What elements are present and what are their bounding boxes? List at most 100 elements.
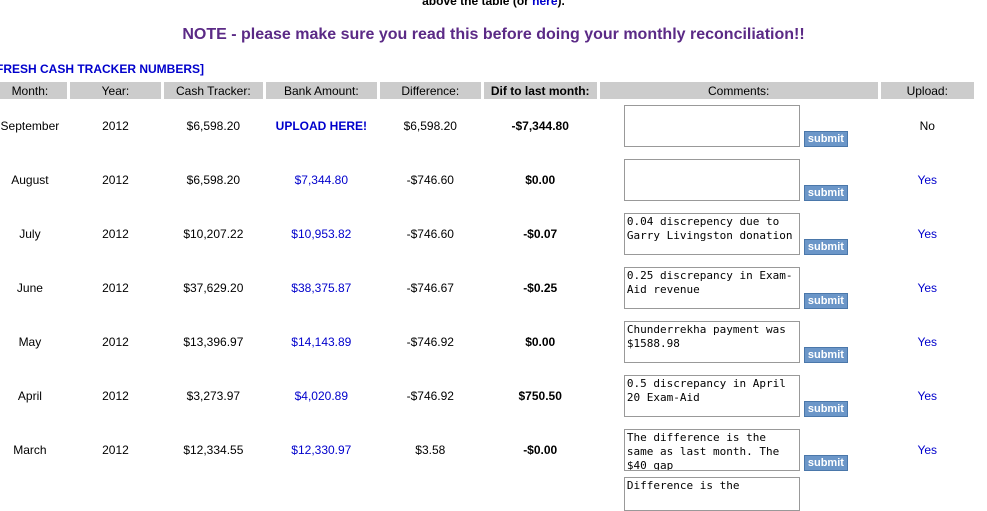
upload-link[interactable]: Yes: [917, 443, 937, 457]
table-row: September 2012 $6,598.20 UPLOAD HERE! $6…: [0, 99, 974, 153]
cell-upload: No: [919, 119, 935, 133]
here-link[interactable]: here: [532, 0, 557, 8]
cell-dif-to-last-month: -$0.07: [523, 227, 558, 241]
upload-link[interactable]: Yes: [917, 227, 937, 241]
comment-textarea[interactable]: 0.25 discrepancy in Exam-Aid revenue: [623, 267, 800, 309]
reconciliation-note: NOTE - please make sure you read this be…: [182, 26, 805, 43]
cell-cash-tracker: $6,598.20: [186, 173, 241, 187]
bank-amount-link[interactable]: $10,953.82: [291, 227, 351, 241]
bank-amount-link[interactable]: $14,143.89: [291, 335, 351, 349]
cell-bank-amount: $14,143.89: [266, 315, 377, 369]
cell-comments: 0.5 discrepancy in April 20 Exam-Aid subm…: [600, 369, 878, 423]
cell-difference: -$746.92: [406, 389, 454, 403]
submit-button[interactable]: submit: [803, 239, 848, 255]
cell-comments: Difference is the: [600, 477, 878, 511]
top-instruction-suffix: ).: [557, 0, 565, 8]
cell-cash-tracker: $3,273.97: [186, 389, 241, 403]
table-row: August 2012 $6,598.20 $7,344.80 -$746.60…: [0, 153, 974, 207]
table-row-partial: Difference is the: [0, 477, 974, 511]
upload-link[interactable]: Yes: [917, 173, 937, 187]
table-row: April 2012 $3,273.97 $4,020.89 -$746.92 …: [0, 369, 974, 423]
upload-link[interactable]: Yes: [917, 281, 937, 295]
comment-textarea[interactable]: Difference is the: [623, 477, 800, 511]
comment-textarea[interactable]: Chunderrekha payment was $1588.98: [623, 321, 800, 363]
submit-button[interactable]: submit: [803, 293, 848, 309]
cell-comments: submit: [600, 99, 878, 153]
submit-button[interactable]: submit: [803, 185, 848, 201]
cell-month: May: [18, 335, 42, 349]
table-row: July 2012 $10,207.22 $10,953.82 -$746.60…: [0, 207, 974, 261]
cell-upload: [881, 477, 974, 511]
cell-difference: $6,598.20: [403, 119, 457, 133]
cell-comments: 0.25 discrepancy in Exam-Aid revenue subm…: [600, 261, 878, 315]
cell-dif-to-last-month: -$0.25: [523, 281, 558, 295]
cell-month: July: [19, 227, 41, 241]
upload-here-link[interactable]: UPLOAD HERE!: [276, 119, 367, 133]
cell-upload: Yes: [881, 207, 974, 261]
cell-dif-to-last-month: -$0.00: [523, 443, 558, 457]
cell-difference: -$746.92: [406, 335, 454, 349]
bank-amount-link[interactable]: $38,375.87: [291, 281, 351, 295]
cell-year: 2012: [102, 173, 129, 187]
cell-cash-tracker: $6,598.20: [186, 119, 241, 133]
header-dif-to-last-month: Dif to last month:: [483, 82, 597, 99]
cell-cash-tracker: $10,207.22: [183, 227, 244, 241]
cell-bank-amount: $7,344.80: [266, 153, 377, 207]
cell-cash-tracker: $13,396.97: [183, 335, 244, 349]
cell-year: 2012: [102, 119, 129, 133]
table-row: May 2012 $13,396.97 $14,143.89 -$746.92 …: [0, 315, 974, 369]
cell-dif-to-last-month: [484, 477, 597, 511]
header-month: Month:: [0, 82, 67, 99]
bank-amount-link[interactable]: $12,330.97: [291, 443, 351, 457]
cell-upload: Yes: [881, 153, 974, 207]
header-bank-amount: Bank Amount:: [265, 82, 378, 99]
header-cash-tracker: Cash Tracker:: [164, 82, 263, 99]
cell-bank-amount: $12,330.97: [266, 423, 377, 477]
cell-year: 2012: [102, 227, 129, 241]
cell-dif-to-last-month: $0.00: [525, 335, 556, 349]
upload-link[interactable]: Yes: [917, 389, 937, 403]
bank-amount-link[interactable]: $4,020.89: [295, 389, 348, 403]
refresh-cash-tracker-link[interactable]: FRESH CASH TRACKER NUMBERS]: [0, 62, 204, 76]
table-row: March 2012 $12,334.55 $12,330.97 $3.58 -…: [0, 423, 974, 477]
cell-difference: -$746.67: [406, 281, 454, 295]
comment-textarea[interactable]: The difference is the same as last month…: [623, 429, 800, 471]
top-instruction-text: above the table (or: [422, 0, 533, 8]
submit-button[interactable]: submit: [803, 401, 848, 417]
submit-button[interactable]: submit: [803, 131, 848, 147]
cell-cash-tracker: [164, 477, 263, 511]
cell-difference: [380, 477, 481, 511]
cell-month: June: [16, 281, 43, 295]
cell-year: 2012: [102, 281, 129, 295]
cell-upload: Yes: [881, 423, 974, 477]
submit-button[interactable]: submit: [803, 347, 848, 363]
cell-year: [70, 477, 161, 511]
cell-year: 2012: [102, 389, 129, 403]
cell-month: April: [17, 389, 42, 403]
cell-comments: 0.04 discrepency due to Garry Livingston…: [600, 207, 878, 261]
comment-textarea[interactable]: [623, 159, 800, 201]
cell-upload: Yes: [881, 315, 974, 369]
cell-difference: -$746.60: [406, 227, 454, 241]
cell-upload: Yes: [881, 369, 974, 423]
cell-bank-amount: $4,020.89: [266, 369, 377, 423]
top-instruction-line: above the table (or here).: [0, 0, 987, 8]
cell-month: September: [0, 119, 60, 133]
table-header-row: Month: Year: Cash Tracker: Bank Amount: …: [0, 82, 974, 99]
comment-textarea[interactable]: [623, 105, 800, 147]
header-difference: Difference:: [380, 82, 481, 99]
header-comments: Comments:: [599, 82, 878, 99]
cell-bank-amount: $38,375.87: [266, 261, 377, 315]
cell-month: August: [11, 173, 49, 187]
cell-comments: Chunderrekha payment was $1588.98 submit: [600, 315, 878, 369]
cell-dif-to-last-month: $0.00: [525, 173, 556, 187]
cell-comments: The difference is the same as last month…: [600, 423, 878, 477]
upload-link[interactable]: Yes: [917, 335, 937, 349]
comment-textarea[interactable]: 0.5 discrepancy in April 20 Exam-Aid: [623, 375, 800, 417]
cell-upload: Yes: [881, 261, 974, 315]
cell-year: 2012: [102, 443, 129, 457]
reconciliation-table: Month: Year: Cash Tracker: Bank Amount: …: [0, 82, 977, 511]
comment-textarea[interactable]: 0.04 discrepency due to Garry Livingston…: [623, 213, 800, 255]
bank-amount-link[interactable]: $7,344.80: [295, 173, 348, 187]
submit-button[interactable]: submit: [803, 455, 848, 471]
